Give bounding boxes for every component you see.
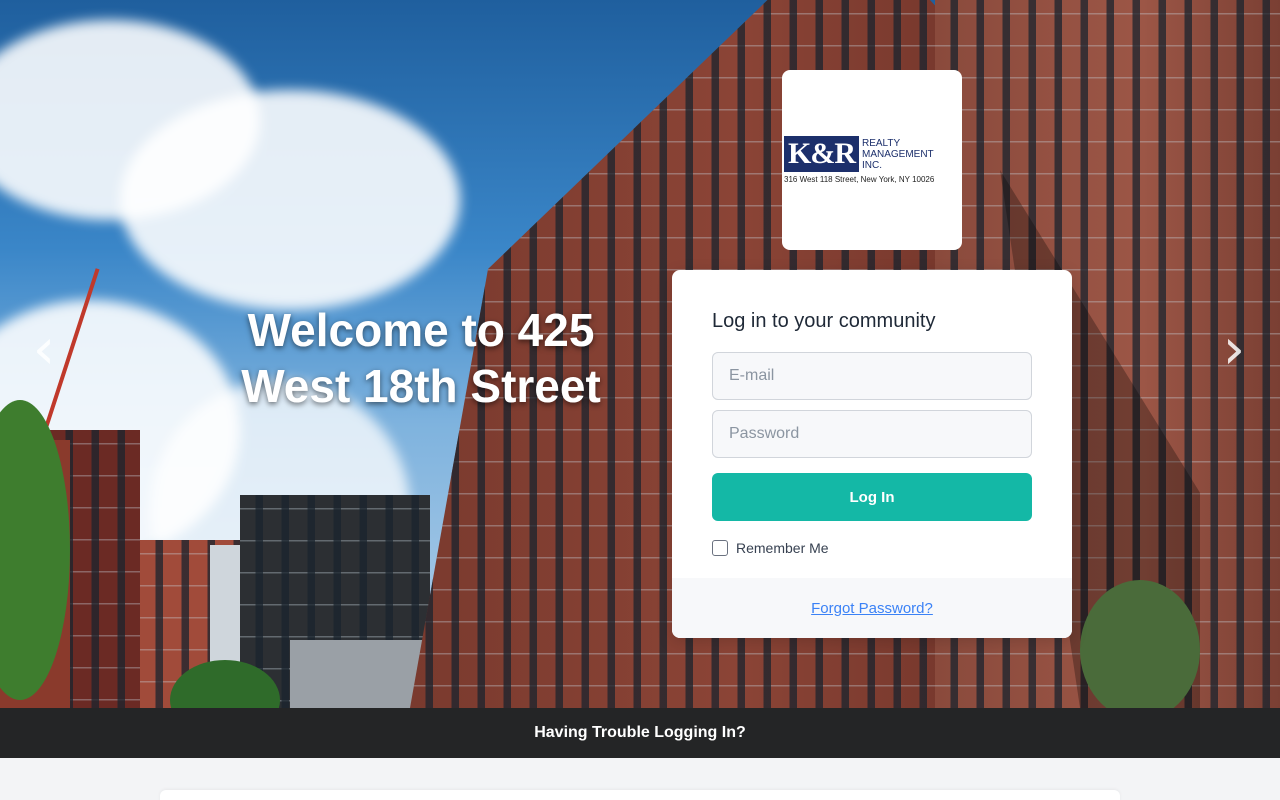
company-logo: K&R REALTY MANAGEMENT INC. 316 West 118 … [784, 136, 960, 184]
logo-line-3: INC. [862, 159, 882, 171]
welcome-line-2: West 18th Street [241, 360, 601, 412]
password-field[interactable] [712, 410, 1032, 458]
cloud [120, 90, 460, 310]
trouble-bar: Having Trouble Logging In? [0, 708, 1280, 758]
company-logo-card: K&R REALTY MANAGEMENT INC. 316 West 118 … [782, 70, 962, 250]
logo-line-1: REALTY [862, 137, 901, 149]
trouble-logging-in-link[interactable]: Having Trouble Logging In? [534, 724, 746, 742]
welcome-line-1: Welcome to 425 [247, 304, 595, 356]
welcome-heading: Welcome to 425 West 18th Street [216, 302, 626, 414]
logo-wordmark: REALTY MANAGEMENT INC. [862, 138, 934, 171]
remember-me-checkbox[interactable] [712, 540, 728, 556]
carousel-prev-button[interactable]: ‹ [24, 318, 64, 382]
remember-me[interactable]: Remember Me [712, 540, 829, 556]
logo-line-2: MANAGEMENT [862, 148, 934, 160]
email-field[interactable] [712, 352, 1032, 400]
content-card [160, 790, 1120, 800]
forgot-password-link[interactable]: Forgot Password? [811, 600, 933, 617]
building [290, 640, 430, 708]
login-button[interactable]: Log In [712, 473, 1032, 521]
logo-address: 316 West 118 Street, New York, NY 10026 [784, 175, 935, 184]
tree [1080, 580, 1200, 708]
hero-carousel: Welcome to 425 West 18th Street ‹ › [0, 0, 1280, 708]
login-card: Log in to your community Log In Remember… [672, 270, 1072, 638]
login-title: Log in to your community [712, 310, 936, 332]
chevron-left-icon: ‹ [32, 317, 56, 382]
chevron-right-icon: › [1222, 317, 1246, 382]
remember-me-label: Remember Me [736, 540, 829, 556]
logo-mark: K&R [784, 136, 859, 172]
carousel-next-button[interactable]: › [1214, 318, 1254, 382]
login-card-footer: Forgot Password? [672, 578, 1072, 638]
